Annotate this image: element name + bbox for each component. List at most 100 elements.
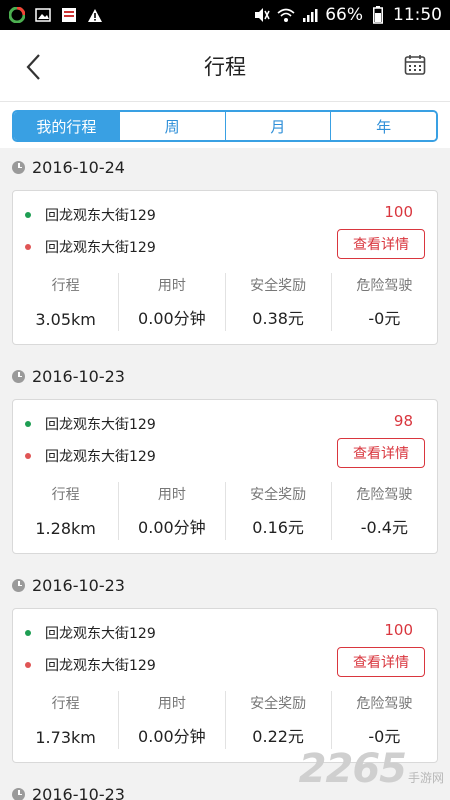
trip-card[interactable]: 回龙观东大街129 回龙观东大街129 100 查看详情 行程 1.73km 用时… — [12, 608, 438, 763]
tab-month[interactable]: 月 — [224, 112, 331, 140]
stat-reward: 安全奖励 0.16元 — [224, 482, 331, 540]
view-details-button[interactable]: 查看详情 — [337, 647, 425, 677]
stat-value: -0元 — [368, 309, 401, 328]
tab-bar: 我的行程 周 月 年 — [12, 110, 438, 142]
tab-bar-container: 我的行程 周 月 年 — [0, 102, 450, 148]
stat-value: 0.22元 — [252, 727, 304, 746]
watermark-logo: 2265 手游网 — [299, 746, 444, 792]
status-bar: 66% 11:50 — [0, 0, 450, 30]
back-button[interactable] — [18, 52, 48, 82]
stat-value: 0.38元 — [252, 309, 304, 328]
clock-icon — [12, 787, 25, 800]
start-dot-icon — [25, 421, 31, 427]
trip-start-address: 回龙观东大街129 — [45, 417, 156, 433]
stat-label: 用时 — [157, 487, 186, 503]
chevron-left-icon — [26, 54, 40, 80]
battery-icon — [369, 6, 387, 24]
stat-distance: 行程 1.73km — [13, 691, 118, 749]
tab-year[interactable]: 年 — [330, 112, 436, 140]
stat-label: 用时 — [157, 696, 186, 712]
stat-label: 危险驾驶 — [356, 487, 413, 503]
trip-stats: 行程 1.28km 用时 0.00分钟 安全奖励 0.16元 危险驾驶 -0.4元 — [13, 482, 437, 540]
trip-stats: 行程 3.05km 用时 0.00分钟 安全奖励 0.38元 危险驾驶 -0元 — [13, 273, 437, 331]
calendar-button[interactable] — [404, 54, 430, 80]
stat-label: 危险驾驶 — [356, 696, 413, 712]
stat-duration: 用时 0.00分钟 — [118, 691, 224, 749]
trip-date-row: 2016-10-23 — [12, 359, 438, 393]
stat-value: 3.05km — [35, 310, 96, 329]
trip-card[interactable]: 回龙观东大街129 回龙观东大街129 98 查看详情 行程 1.28km 用时 0… — [12, 399, 438, 554]
trip-card[interactable]: 回龙观东大街129 回龙观东大街129 100 查看详情 行程 3.05km 用时… — [12, 190, 438, 345]
end-dot-icon — [25, 244, 31, 250]
battery-percent: 66% — [325, 5, 363, 25]
stat-value: 0.00分钟 — [138, 727, 206, 746]
stat-value: 0.00分钟 — [138, 309, 206, 328]
stat-reward: 安全奖励 0.22元 — [224, 691, 331, 749]
watermark-number: 2265 — [298, 746, 407, 792]
stat-distance: 行程 3.05km — [13, 273, 118, 331]
trip-score: 100 — [384, 621, 413, 639]
stat-danger: 危险驾驶 -0.4元 — [330, 482, 437, 540]
end-dot-icon — [25, 662, 31, 668]
trip-date-row: 2016-10-24 — [12, 150, 438, 184]
stat-label: 安全奖励 — [250, 278, 307, 294]
trip-end: 回龙观东大街129 — [25, 446, 156, 466]
stat-duration: 用时 0.00分钟 — [118, 482, 224, 540]
view-details-button[interactable]: 查看详情 — [337, 229, 425, 259]
trip-date: 2016-10-23 — [32, 366, 125, 386]
clock-icon — [12, 369, 25, 383]
signal-icon — [301, 6, 319, 24]
stat-label: 用时 — [157, 278, 186, 294]
warning-icon — [86, 6, 104, 24]
trip-list: 2016-10-24 回龙观东大街129 回龙观东大街129 100 查看详情 … — [0, 150, 450, 800]
page-title: 行程 — [204, 54, 246, 79]
trip-stats: 行程 1.73km 用时 0.00分钟 安全奖励 0.22元 危险驾驶 -0元 — [13, 691, 437, 749]
start-dot-icon — [25, 630, 31, 636]
trip-score: 98 — [393, 412, 413, 430]
clock-icon — [12, 160, 25, 174]
clock-icon — [12, 578, 25, 592]
stat-label: 行程 — [51, 278, 80, 294]
trip-end-address: 回龙观东大街129 — [45, 658, 156, 674]
trip-date-row: 2016-10-23 — [12, 568, 438, 602]
stat-reward: 安全奖励 0.38元 — [224, 273, 331, 331]
start-dot-icon — [25, 212, 31, 218]
stat-danger: 危险驾驶 -0元 — [330, 691, 437, 749]
view-details-button[interactable]: 查看详情 — [337, 438, 425, 468]
news-icon — [60, 6, 78, 24]
stat-label: 安全奖励 — [250, 696, 307, 712]
tab-week[interactable]: 周 — [118, 112, 225, 140]
trip-end-address: 回龙观东大街129 — [45, 240, 156, 256]
clock-time: 11:50 — [393, 5, 442, 25]
trip-start: 回龙观东大街129 — [25, 205, 156, 225]
stat-label: 行程 — [51, 696, 80, 712]
trip-start-address: 回龙观东大街129 — [45, 626, 156, 642]
wifi-icon — [277, 6, 295, 24]
trip-date: 2016-10-23 — [32, 784, 125, 800]
trip-date: 2016-10-23 — [32, 575, 125, 595]
trip-score: 100 — [384, 203, 413, 221]
stat-label: 危险驾驶 — [356, 278, 413, 294]
end-dot-icon — [25, 453, 31, 459]
stat-danger: 危险驾驶 -0元 — [330, 273, 437, 331]
stat-value: 1.28km — [35, 519, 96, 538]
app-icon — [8, 6, 26, 24]
calendar-icon — [404, 55, 426, 75]
trip-end-address: 回龙观东大街129 — [45, 449, 156, 465]
mute-icon — [253, 6, 271, 24]
watermark-text: 手游网 — [407, 771, 444, 785]
tab-my-trips[interactable]: 我的行程 — [14, 112, 119, 140]
stat-value: 1.73km — [35, 728, 96, 747]
stat-value: -0.4元 — [360, 518, 408, 537]
stat-duration: 用时 0.00分钟 — [118, 273, 224, 331]
top-bar: 行程 — [0, 30, 450, 102]
trip-end: 回龙观东大街129 — [25, 237, 156, 257]
stat-label: 行程 — [51, 487, 80, 503]
stat-distance: 行程 1.28km — [13, 482, 118, 540]
stat-value: 0.00分钟 — [138, 518, 206, 537]
gallery-icon — [34, 6, 52, 24]
trip-start-address: 回龙观东大街129 — [45, 208, 156, 224]
stat-label: 安全奖励 — [250, 487, 307, 503]
stat-value: 0.16元 — [252, 518, 304, 537]
stat-value: -0元 — [368, 727, 401, 746]
